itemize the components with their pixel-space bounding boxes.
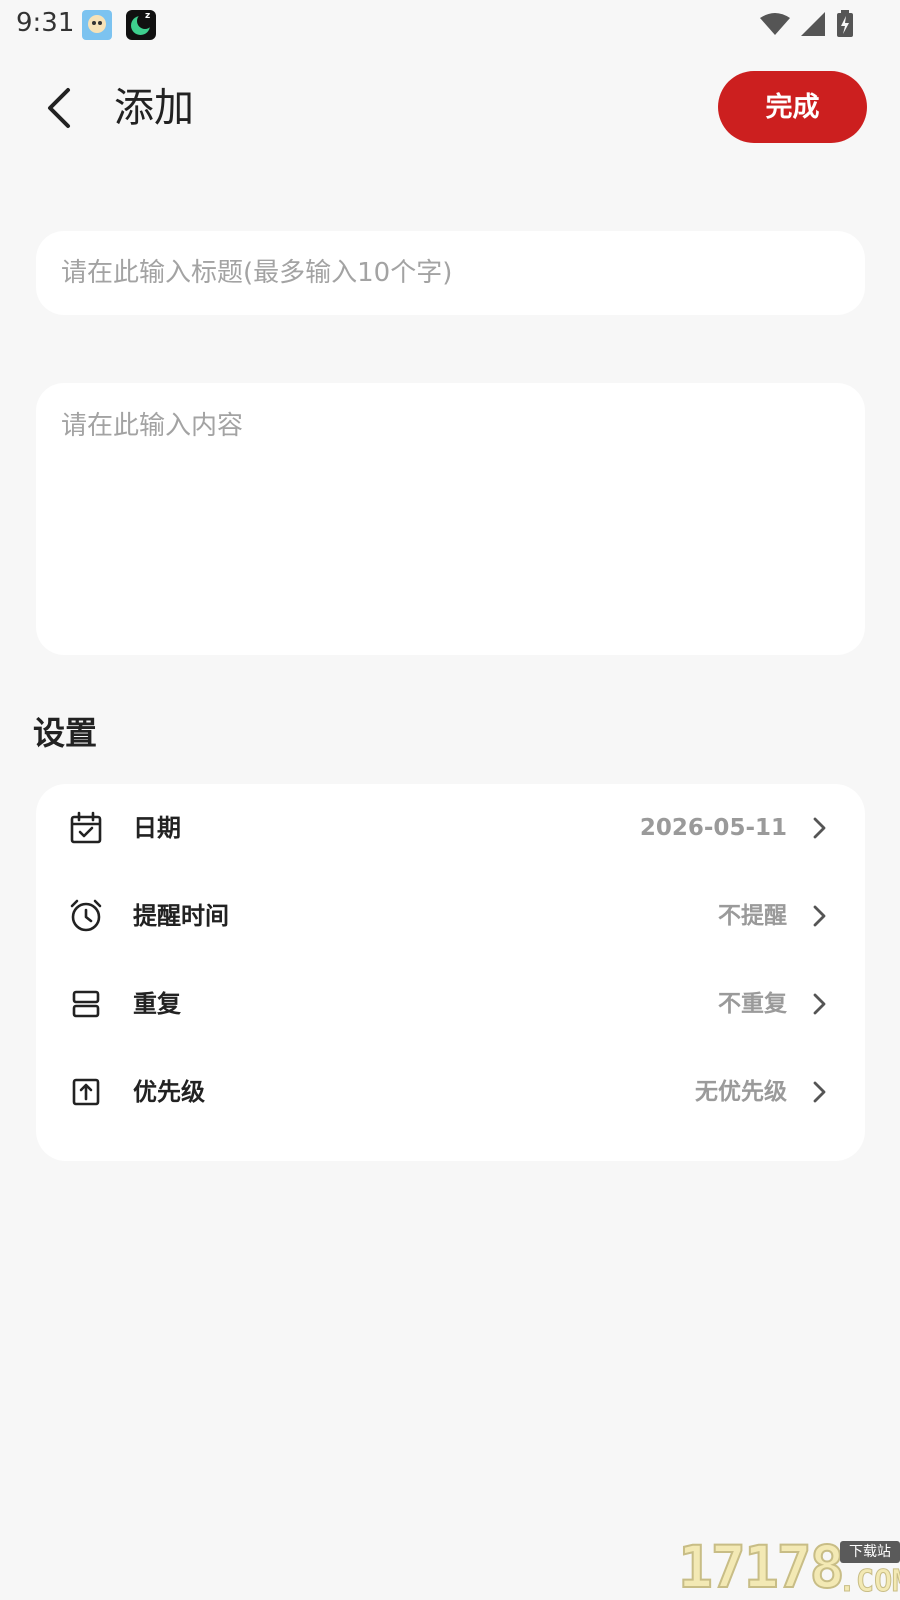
calendar-check-icon xyxy=(70,811,102,844)
status-bar: 9:31 z xyxy=(0,0,900,48)
repeat-stack-icon xyxy=(72,990,100,1018)
settings-row-value: 2026-05-11 xyxy=(639,815,787,841)
settings-row-label: 重复 xyxy=(133,990,181,1018)
app-avatar-icon xyxy=(82,10,112,40)
settings-row-value: 不重复 xyxy=(718,991,787,1017)
chevron-right-icon xyxy=(813,817,826,839)
settings-row-label: 日期 xyxy=(133,814,181,842)
chevron-right-icon xyxy=(813,905,826,927)
chevron-left-icon xyxy=(48,88,70,128)
watermark-digits: 17178 xyxy=(677,1533,846,1600)
watermark-tag: 下载站 xyxy=(840,1541,900,1563)
battery-charging-icon xyxy=(837,10,853,37)
priority-upload-icon xyxy=(72,1078,100,1106)
cellular-signal-icon xyxy=(801,12,825,36)
add-task-screen: 9:31 z 添加 完成 请在此输入标题(最多输入10个字) 请在此输入内容 设… xyxy=(0,0,900,1600)
alarm-clock-icon xyxy=(70,899,102,932)
status-time: 9:31 xyxy=(16,8,75,38)
settings-row-repeat[interactable]: 重复 不重复 xyxy=(36,960,865,1048)
back-button[interactable] xyxy=(34,82,86,134)
settings-card: 日期 2026-05-11 提醒时间 不提醒 重复 不重复 优先级 无优先级 xyxy=(36,784,865,1161)
site-watermark: 17178 下载站 .COM xyxy=(677,1533,900,1600)
settings-row-reminder[interactable]: 提醒时间 不提醒 xyxy=(36,872,865,960)
page-title: 添加 xyxy=(114,85,194,131)
top-app-bar: 添加 完成 xyxy=(0,64,900,152)
settings-heading: 设置 xyxy=(33,714,98,752)
chevron-right-icon xyxy=(813,1081,826,1103)
settings-row-priority[interactable]: 优先级 无优先级 xyxy=(36,1048,865,1136)
moon-sleep-app-icon: z xyxy=(126,10,156,40)
title-input[interactable] xyxy=(36,231,865,315)
status-icons xyxy=(760,8,854,40)
settings-row-label: 提醒时间 xyxy=(133,902,229,930)
wifi-icon xyxy=(760,13,790,35)
settings-row-value: 不提醒 xyxy=(718,903,787,929)
settings-row-date[interactable]: 日期 2026-05-11 xyxy=(36,784,865,872)
content-input[interactable] xyxy=(36,383,865,655)
watermark-suffix: .COM xyxy=(837,1564,900,1599)
settings-row-value: 无优先级 xyxy=(695,1079,787,1105)
settings-row-label: 优先级 xyxy=(133,1078,205,1106)
chevron-right-icon xyxy=(813,993,826,1015)
done-button[interactable]: 完成 xyxy=(718,71,867,143)
